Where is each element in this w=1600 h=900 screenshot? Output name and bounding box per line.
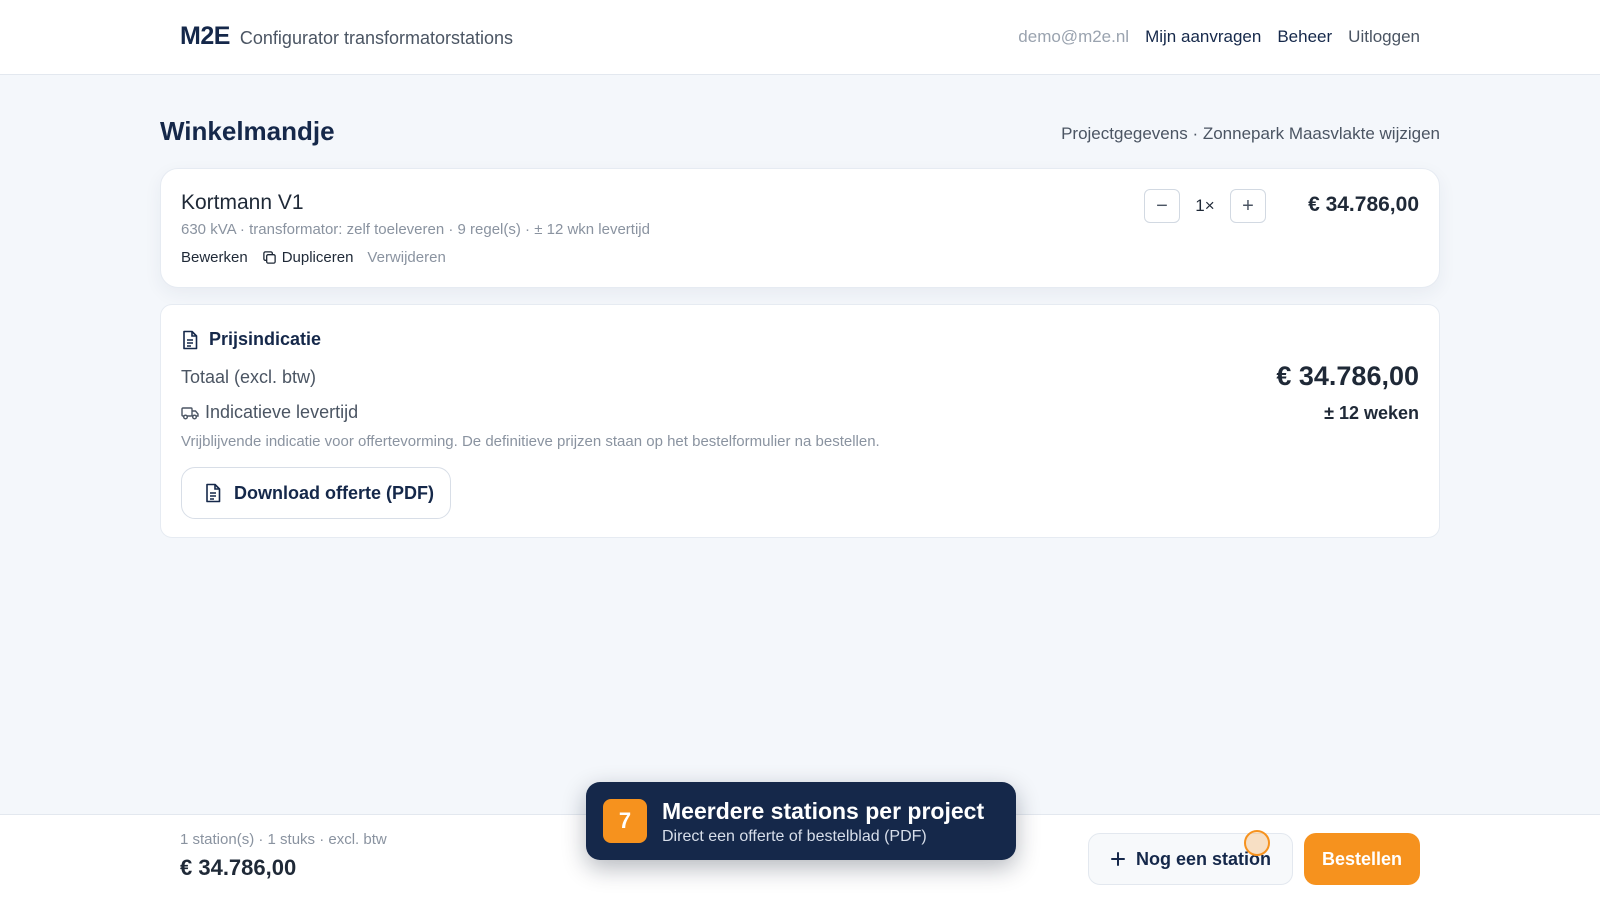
copy-icon (262, 250, 277, 265)
quantity-stepper: − 1× + (1144, 189, 1266, 223)
top-bar: M2E Configurator transformatorstations d… (0, 0, 1600, 75)
remove-button[interactable]: Verwijderen (367, 249, 445, 266)
order-button[interactable]: Bestellen (1304, 833, 1420, 885)
duplicate-label: Dupliceren (281, 249, 354, 266)
cart-item-actions: Bewerken Dupliceren Verwijderen (181, 249, 446, 266)
document-icon (204, 483, 222, 503)
page-title: Winkelmandje (160, 116, 335, 146)
user-email: demo@m2e.nl (1018, 27, 1130, 46)
toast-subtitle: Direct een offerte of bestelblad (PDF) (662, 828, 927, 845)
lead-time-label-text: Indicatieve levertijd (205, 402, 359, 422)
price-card-title-text: Prijsindicatie (209, 329, 322, 349)
price-disclaimer: Vrijblijvende indicatie voor offertevorm… (181, 433, 880, 450)
edit-project-link[interactable]: Projectgegevens · Zonnepark Maasvlakte w… (1061, 124, 1440, 144)
nav-my-requests[interactable]: Mijn aanvragen (1145, 27, 1261, 47)
quantity-value: 1× (1195, 196, 1215, 215)
download-quote-label: Download offerte (PDF) (234, 482, 434, 503)
nav-logout[interactable]: Uitloggen (1348, 27, 1420, 47)
brand[interactable]: M2E Configurator transformatorstations (180, 22, 513, 51)
cart-item-card: Kortmann V1 630 kVA · transformator: zel… (160, 168, 1440, 288)
quantity-decrease-button[interactable]: − (1144, 189, 1180, 223)
cart-item-price: € 34.786,00 (1308, 193, 1419, 216)
cart-summary-meta: 1 station(s) · 1 stuks · excl. btw (180, 831, 387, 848)
duplicate-button[interactable]: Dupliceren (262, 249, 354, 266)
truck-icon (181, 406, 199, 420)
download-quote-button[interactable]: Download offerte (PDF) (181, 467, 451, 519)
total-label: Totaal (excl. btw) (181, 367, 317, 387)
toast-title: Meerdere stations per project (662, 798, 985, 824)
price-indication-card: Prijsindicatie Totaal (excl. btw) € 34.7… (160, 304, 1440, 538)
quantity-increase-button[interactable]: + (1230, 189, 1266, 223)
document-icon (181, 330, 199, 350)
price-card-title: Prijsindicatie (181, 329, 321, 350)
logo: M2E (180, 22, 230, 50)
toast-step-badge: 7 (603, 799, 647, 843)
cursor-indicator (1244, 830, 1270, 856)
cart-summary-total: € 34.786,00 (180, 855, 297, 880)
top-nav: demo@m2e.nl Mijn aanvragen Beheer Uitlog… (1018, 27, 1420, 47)
step-toast: 7 Meerdere stations per project Direct e… (586, 782, 1016, 860)
total-value: € 34.786,00 (1276, 361, 1419, 391)
lead-time-value: ± 12 weken (1324, 403, 1419, 423)
cart-item-meta: 630 kVA · transformator: zelf toeleveren… (181, 221, 650, 238)
app-subtitle: Configurator transformatorstations (239, 28, 514, 48)
cart-item-name: Kortmann V1 (181, 191, 304, 214)
plus-icon (1110, 851, 1126, 867)
nav-admin[interactable]: Beheer (1277, 27, 1332, 47)
lead-time-label: Indicatieve levertijd (181, 402, 358, 423)
edit-button[interactable]: Bewerken (181, 249, 248, 266)
